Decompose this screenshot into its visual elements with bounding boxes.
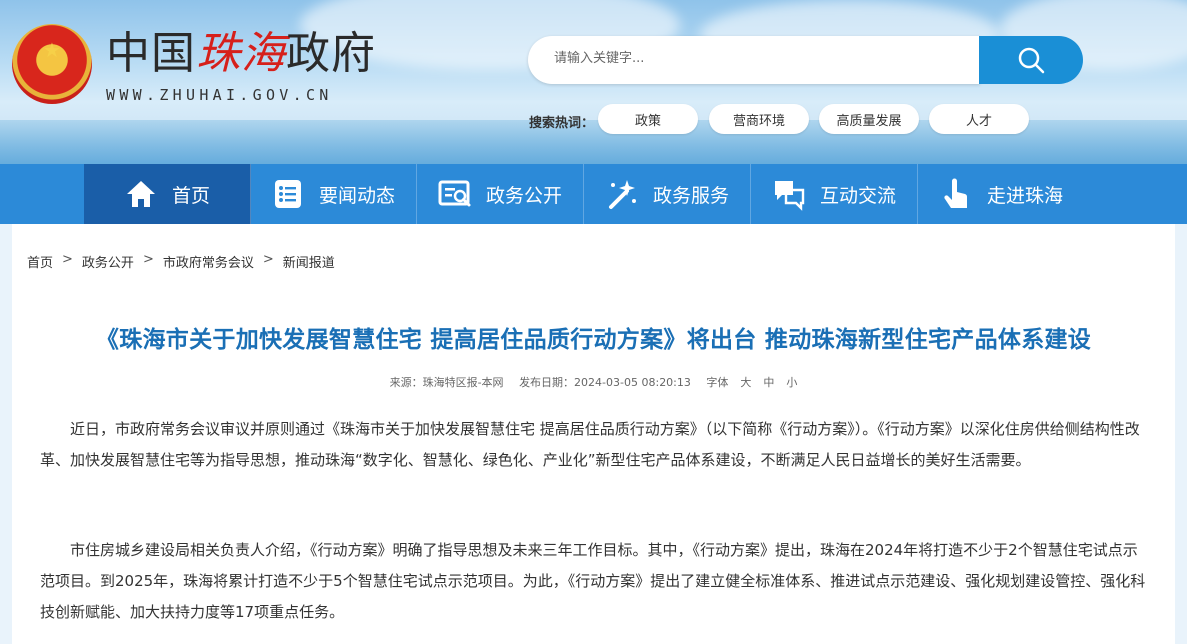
nav-label: 政务服务 (652, 184, 729, 207)
site-header: ★ 中国珠海政府 WWW.ZHUHAI.GOV.CN 搜索热词： 政策 营商环境… (0, 0, 1187, 164)
logo-text-government: 政府 (286, 28, 376, 79)
site-url: WWW.ZHUHAI.GOV.CN (106, 86, 333, 104)
article-panel: 首页 > 政务公开 > 市政府常务会议 > 新闻报道 《珠海市关于加快发展智慧住宅 提… (12, 224, 1175, 644)
hand-pointer-icon (944, 178, 967, 208)
article-date: 发布日期：2024-03-05 08:20:13 (519, 376, 691, 389)
breadcrumb-separator: > (142, 252, 154, 267)
article-meta: 来源：珠海特区报-本网 发布日期：2024-03-05 08:20:13 字体大… (12, 374, 1175, 390)
hot-tag-policy[interactable]: 政策 (598, 104, 698, 134)
breadcrumb: 首页 > 政务公开 > 市政府常务会议 > 新闻报道 (27, 252, 335, 271)
hot-tag-high-quality-development[interactable]: 高质量发展 (819, 104, 919, 134)
breadcrumb-government-affairs[interactable]: 政务公开 (82, 252, 134, 271)
breadcrumb-separator: > (262, 252, 274, 267)
article-title: 《珠海市关于加快发展智慧住宅 提高居住品质行动方案》将出台 推动珠海新型住宅产品… (95, 327, 1092, 353)
hot-tag-talent[interactable]: 人才 (929, 104, 1029, 134)
article-source: 来源：珠海特区报-本网 (389, 376, 504, 389)
nav-item-about-zhuhai[interactable]: 走进珠海 (918, 164, 1084, 224)
nav-label: 首页 (171, 184, 210, 207)
nav-label: 政务公开 (485, 184, 562, 207)
font-size-medium-button[interactable]: 中 (763, 376, 774, 389)
nav-item-government-affairs[interactable]: 政务公开 (417, 164, 584, 224)
main-nav: 首页 要闻动态 政务公开 政务服务 互动交流 走进珠海 (0, 164, 1187, 224)
font-size-label: 字体 (706, 376, 729, 389)
logo-text-zhuhai: 珠海 (196, 28, 286, 79)
national-emblem-icon[interactable]: ★ (12, 24, 92, 104)
chat-bubbles-icon (774, 181, 805, 211)
hot-tag-business-environment[interactable]: 营商环境 (709, 104, 809, 134)
news-list-icon (274, 180, 301, 208)
breadcrumb-separator: > (62, 252, 73, 267)
nav-item-government-services[interactable]: 政务服务 (584, 164, 751, 224)
breadcrumb-executive-meeting[interactable]: 市政府常务会议 (163, 252, 254, 271)
article-paragraph: 近日，市政府常务会议审议并原则通过《珠海市关于加快发展智慧住宅 提高居住品质行动… (40, 420, 1140, 469)
nav-label: 要闻动态 (318, 184, 395, 207)
breadcrumb-news-report[interactable]: 新闻报道 (283, 252, 335, 271)
nav-label: 走进珠海 (986, 184, 1063, 207)
magic-wand-icon (608, 180, 636, 209)
font-size-small-button[interactable]: 小 (786, 376, 797, 389)
nav-item-home[interactable]: 首页 (84, 164, 251, 224)
search-input[interactable] (552, 50, 956, 67)
hot-search-label: 搜索热词： (529, 116, 595, 131)
article-paragraph: 市住房城乡建设局相关负责人介绍，《行动方案》明确了指导思想及未来三年工作目标。其… (40, 541, 1146, 621)
search-box (528, 36, 980, 84)
search-button[interactable] (979, 36, 1083, 84)
home-icon (126, 181, 155, 207)
search-icon (1018, 47, 1045, 74)
nav-item-news[interactable]: 要闻动态 (250, 164, 417, 224)
nav-item-interaction[interactable]: 互动交流 (751, 164, 918, 224)
logo-text-china: 中国 (106, 28, 196, 79)
document-search-icon (438, 180, 471, 207)
site-logo[interactable]: 中国珠海政府 (106, 26, 376, 82)
nav-label: 互动交流 (819, 184, 896, 207)
breadcrumb-home[interactable]: 首页 (27, 252, 53, 271)
font-size-large-button[interactable]: 大 (740, 376, 751, 389)
